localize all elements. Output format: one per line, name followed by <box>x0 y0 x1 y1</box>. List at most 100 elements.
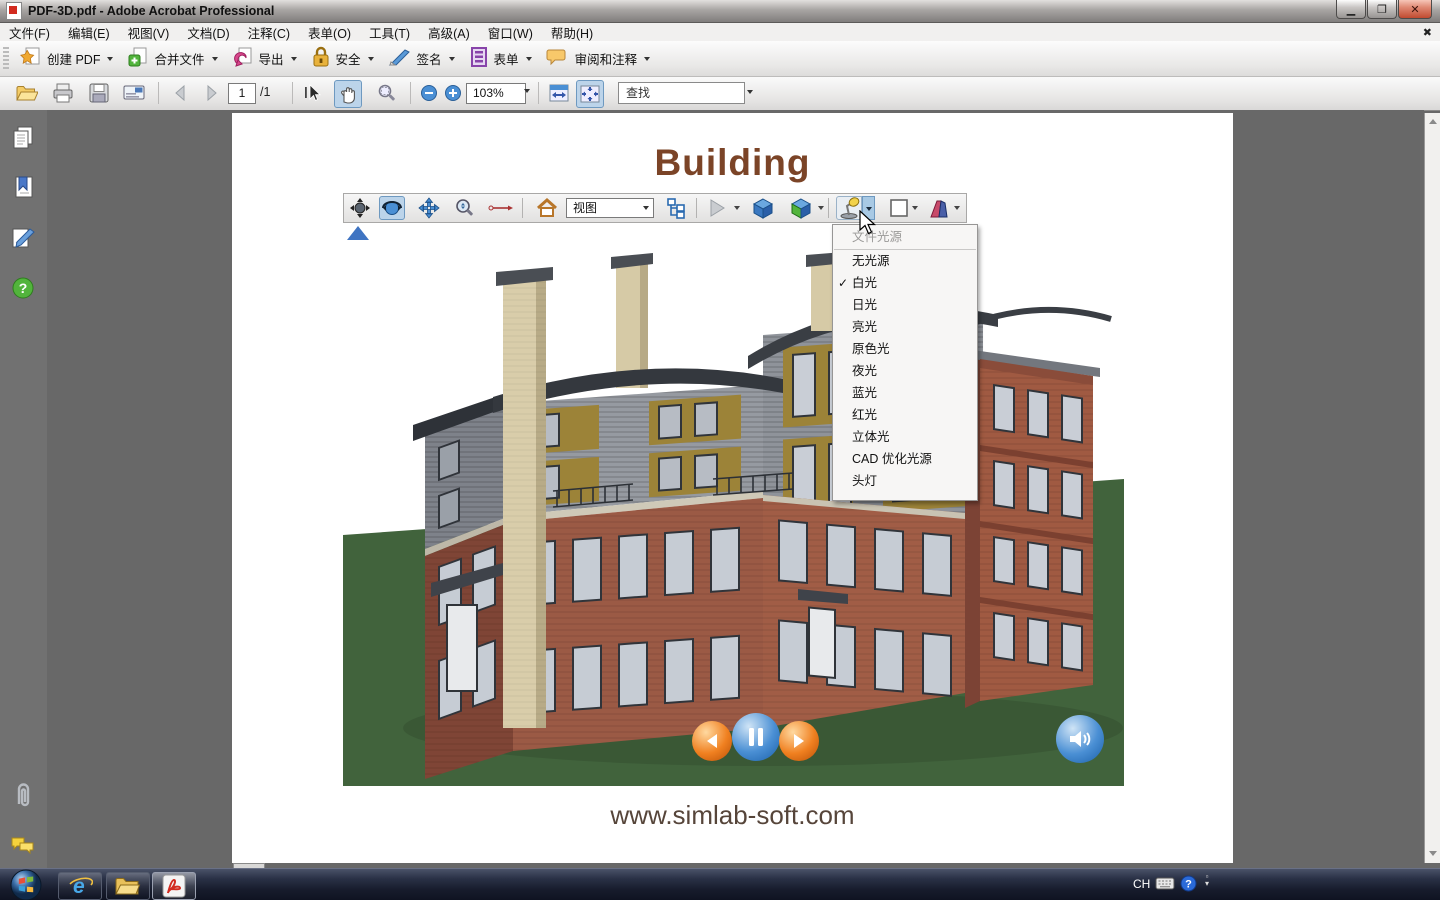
open-button[interactable] <box>14 80 40 106</box>
keyboard-icon[interactable] <box>1155 876 1175 895</box>
previous-page-button[interactable] <box>168 80 194 106</box>
menu-view[interactable]: 视图(V) <box>119 23 179 42</box>
security-lock-icon <box>311 46 331 71</box>
menu-window[interactable]: 窗口(W) <box>479 23 542 42</box>
next-page-button[interactable] <box>198 80 224 106</box>
create-pdf-button[interactable]: 创建 PDF <box>13 43 120 74</box>
zoom-in-button[interactable] <box>440 80 466 106</box>
cross-section-button[interactable] <box>926 196 952 220</box>
measure-tool-button[interactable] <box>488 196 514 220</box>
review-comment-button[interactable]: 审阅和注释 <box>539 43 658 74</box>
minimize-button[interactable]: ▁ <box>1336 0 1366 19</box>
close-button[interactable]: ✕ <box>1398 0 1432 19</box>
sound-button[interactable] <box>1056 715 1104 763</box>
restore-button[interactable]: ❐ <box>1367 0 1397 19</box>
separator <box>522 198 523 218</box>
default-view-home-button[interactable] <box>534 196 560 220</box>
menu-item-white-lights[interactable]: ✓ 白光 <box>833 272 977 294</box>
signatures-icon[interactable] <box>9 224 37 252</box>
menu-item-night-lights[interactable]: 夜光 <box>833 360 977 382</box>
menu-item-bright-lights[interactable]: 亮光 <box>833 316 977 338</box>
save-button[interactable] <box>86 80 112 106</box>
chevron-down-icon[interactable] <box>524 89 530 93</box>
chevron-down-icon <box>211 56 218 61</box>
comments-icon[interactable] <box>9 832 37 860</box>
menu-document[interactable]: 文档(D) <box>178 23 238 42</box>
building-3d-model[interactable] <box>343 223 1124 786</box>
scroll-up-icon[interactable] <box>1429 119 1437 124</box>
export-button[interactable]: 导出 <box>225 43 304 74</box>
taskbar-acrobat-button[interactable] <box>152 872 196 900</box>
toolbar-collapse-arrow[interactable] <box>347 226 369 240</box>
play-animation-button[interactable] <box>704 196 730 220</box>
hand-tool-button[interactable] <box>334 80 362 108</box>
render-mode-button[interactable] <box>750 196 776 220</box>
menu-item-day-lights[interactable]: 日光 <box>833 294 977 316</box>
attachments-icon[interactable] <box>9 782 37 810</box>
chevron-down-icon <box>525 56 532 61</box>
model-tree-button[interactable] <box>664 196 690 220</box>
page-number-input[interactable]: 1 <box>228 83 256 104</box>
menu-forms[interactable]: 表单(O) <box>299 23 360 42</box>
tray-overflow-icon[interactable]: ▫ ▾ <box>1205 873 1209 888</box>
menu-item-no-lights[interactable]: 无光源 <box>833 250 977 272</box>
menu-item-blue-lights[interactable]: 蓝光 <box>833 382 977 404</box>
vertical-scrollbar[interactable] <box>1424 113 1440 863</box>
menu-item-red-lights[interactable]: 红光 <box>833 404 977 426</box>
menu-file[interactable]: 文件(F) <box>0 23 59 42</box>
help-tray-icon[interactable]: ? <box>1180 875 1197 897</box>
spin-tool-button[interactable] <box>379 196 405 220</box>
menu-item-headlamp[interactable]: 头灯 <box>833 470 977 492</box>
find-input[interactable]: 查找 <box>618 82 745 104</box>
pages-icon[interactable] <box>9 124 37 152</box>
menu-help[interactable]: 帮助(H) <box>542 23 602 42</box>
chevron-down-icon[interactable] <box>912 206 918 210</box>
menu-item-primary-lights[interactable]: 原色光 <box>833 338 977 360</box>
zoom-out-button[interactable] <box>416 80 442 106</box>
fit-width-button[interactable] <box>546 80 572 106</box>
svg-text:?: ? <box>19 280 28 296</box>
forms-button[interactable]: 表单 <box>462 43 539 74</box>
chevron-down-icon[interactable] <box>818 206 824 210</box>
previous-view-button[interactable] <box>692 721 732 761</box>
print-button[interactable] <box>50 80 76 106</box>
background-color-button[interactable] <box>886 196 912 220</box>
marquee-zoom-button[interactable] <box>374 80 400 106</box>
menu-item-cad-lights[interactable]: CAD 优化光源 <box>833 448 977 470</box>
rotate-tool-button[interactable] <box>347 196 373 220</box>
sign-button[interactable]: 签名 <box>381 43 462 74</box>
zoom-tool-button[interactable] <box>452 196 478 220</box>
extra-options-button[interactable] <box>788 196 814 220</box>
menu-edit[interactable]: 编辑(E) <box>59 23 119 42</box>
taskbar-ie-button[interactable]: e <box>58 872 102 900</box>
fit-page-button[interactable] <box>576 80 604 108</box>
pause-button[interactable] <box>732 713 780 761</box>
start-button[interactable] <box>8 867 44 900</box>
zoom-level-combobox[interactable]: 103% <box>466 83 526 104</box>
scroll-down-icon[interactable] <box>1429 851 1437 856</box>
menu-comments[interactable]: 注释(C) <box>239 23 299 42</box>
email-button[interactable] <box>121 80 147 106</box>
bookmarks-icon[interactable] <box>9 174 37 202</box>
menubar-close-icon[interactable]: ✖ <box>1423 26 1432 39</box>
menu-item-cube-lights[interactable]: 立体光 <box>833 426 977 448</box>
toolbar-grip[interactable] <box>3 46 9 71</box>
chevron-down-icon[interactable] <box>734 206 740 210</box>
3d-annotation-canvas[interactable] <box>343 223 1124 786</box>
chevron-down-icon[interactable] <box>954 206 960 210</box>
tray-language-indicator[interactable]: CH <box>1133 877 1150 891</box>
select-tool-button[interactable] <box>300 80 326 106</box>
view-combobox[interactable]: 视图 <box>566 198 654 218</box>
taskbar-explorer-button[interactable] <box>106 872 150 900</box>
chevron-down-icon[interactable] <box>747 90 753 94</box>
main-toolbar: 创建 PDF 合并文件 导出 安全 签名 表单 审阅和注释 <box>0 41 1440 77</box>
window-titlebar[interactable]: PDF-3D.pdf - Adobe Acrobat Professional … <box>0 0 1440 23</box>
combine-files-button[interactable]: 合并文件 <box>120 43 224 74</box>
security-button[interactable]: 安全 <box>304 43 381 74</box>
pan-tool-button[interactable] <box>416 196 442 220</box>
menu-tools[interactable]: 工具(T) <box>360 23 419 42</box>
help-icon[interactable]: ? <box>9 274 37 302</box>
menu-advanced[interactable]: 高级(A) <box>419 23 479 42</box>
next-view-button[interactable] <box>779 721 819 761</box>
chevron-down-icon <box>644 56 651 61</box>
